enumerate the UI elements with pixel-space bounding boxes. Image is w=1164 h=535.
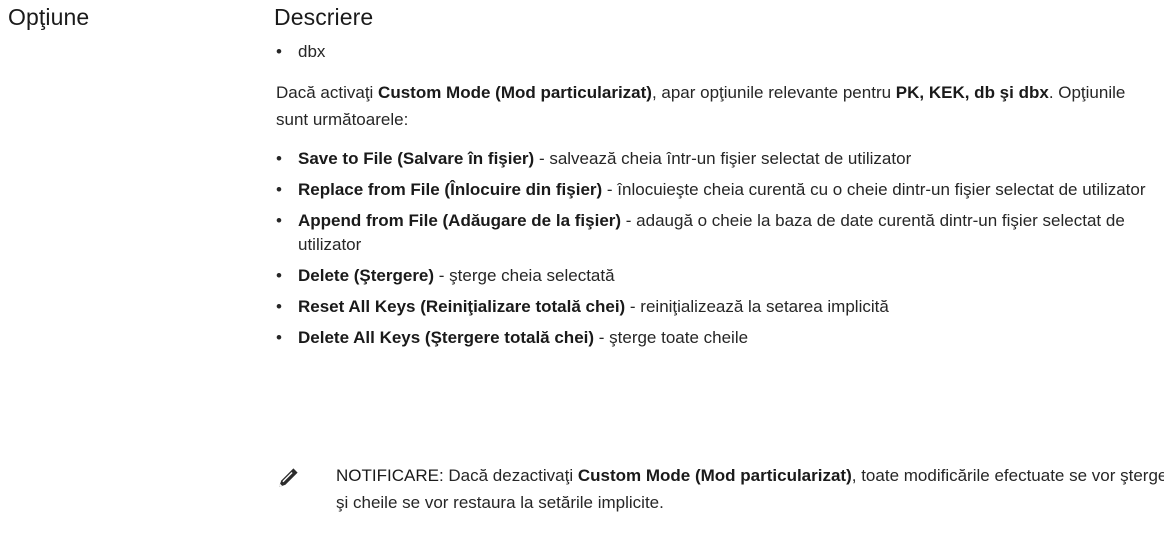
list-item: • Append from File (Adăugare de la fişier… <box>276 209 1156 257</box>
list-item: • Delete All Keys (Ştergere totală chei) … <box>276 326 1156 350</box>
note-label: NOTIFICARE: <box>336 466 444 485</box>
bullet: • <box>276 211 282 230</box>
intro-keys: PK, KEK, db şi dbx <box>895 83 1049 102</box>
note-pre: Dacă dezactivaţi <box>443 466 578 485</box>
option-desc: - reiniţializează la setarea implicită <box>625 297 889 316</box>
option-desc: - salvează cheia într-un fişier selectat… <box>534 149 912 168</box>
list-item: • Save to File (Salvare în fişier) - salv… <box>276 147 1156 171</box>
option-term: Replace from File (Înlocuire din fişier) <box>298 180 603 199</box>
intro-custom-mode: Custom Mode (Mod particularizat) <box>378 83 652 102</box>
intro-pre: Dacă activaţi <box>276 83 379 102</box>
list-item: • Replace from File (Înlocuire din fişier… <box>276 178 1156 202</box>
option-term: Save to File (Salvare în fişier) <box>298 149 535 168</box>
description-content: • dbx Dacă activaţi Custom Mode (Mod par… <box>276 38 1156 357</box>
option-desc: - şterge cheia selectată <box>434 266 615 285</box>
bullet: • <box>276 328 282 347</box>
note-custom-mode: Custom Mode (Mod particularizat) <box>577 466 852 485</box>
pencil-icon <box>279 468 298 487</box>
note-text: NOTIFICARE: Dacă dezactivaţi Custom Mode… <box>336 462 1164 516</box>
option-desc: - şterge toate cheile <box>594 328 749 347</box>
intro-mid: , apar opţiunile relevante pentru <box>651 83 896 102</box>
column-header-option: Opţiune <box>8 4 90 30</box>
list-item-text: dbx <box>298 42 326 61</box>
intro-paragraph: Dacă activaţi Custom Mode (Mod particula… <box>276 79 1156 133</box>
list-item: • Reset All Keys (Reiniţializare totală c… <box>276 295 1156 319</box>
option-term: Delete All Keys (Ştergere totală chei) <box>298 328 595 347</box>
column-header-description: Descriere <box>274 4 374 30</box>
bullet: • <box>276 266 282 285</box>
bullet: • <box>276 180 282 199</box>
list-item: • dbx <box>276 38 1156 65</box>
options-list: • Save to File (Salvare în fişier) - salv… <box>276 147 1156 350</box>
bullet: • <box>276 149 282 168</box>
bullet: • <box>276 42 282 61</box>
option-term: Delete (Ştergere) <box>298 266 435 285</box>
bullet: • <box>276 297 282 316</box>
option-term: Reset All Keys (Reiniţializare totală ch… <box>298 297 626 316</box>
list-item: • Delete (Ştergere) - şterge cheia select… <box>276 264 1156 288</box>
option-desc: - înlocuieşte cheia curentă cu o cheie d… <box>602 180 1146 199</box>
option-term: Append from File (Adăugare de la fişier) <box>298 211 622 230</box>
